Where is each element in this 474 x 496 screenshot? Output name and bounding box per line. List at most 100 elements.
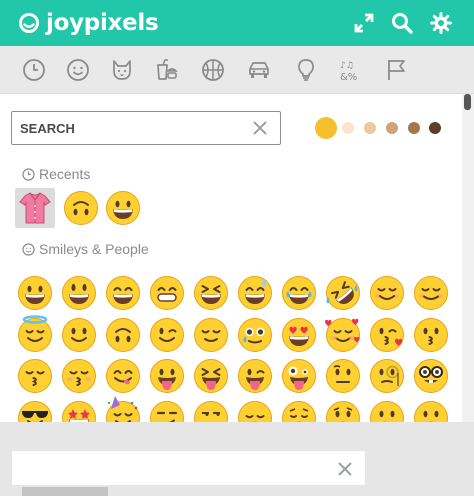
skin-tone-medium-light[interactable] <box>364 122 376 134</box>
settings-button[interactable] <box>429 11 453 35</box>
emoji-upside-down-face[interactable] <box>105 317 141 353</box>
recent-emoji-grinning-face[interactable] <box>105 190 141 226</box>
wink-face-icon <box>150 318 184 352</box>
category-tab-travel[interactable] <box>245 56 273 84</box>
expand-button[interactable] <box>352 11 376 35</box>
yum-face-icon <box>106 359 140 393</box>
kissing-smile-face-icon <box>18 359 52 393</box>
footer-clear-button[interactable] <box>337 461 353 477</box>
emoji-smile-face[interactable] <box>105 275 141 311</box>
emoji-wink-face[interactable] <box>149 317 185 353</box>
emoji-wink-tongue-face[interactable] <box>237 358 273 394</box>
emoji-sweat-smile-face[interactable] <box>237 275 273 311</box>
shirt-icon <box>19 192 51 224</box>
relieved-face-icon <box>194 318 228 352</box>
upside-down-face-icon <box>64 191 98 225</box>
clock-icon <box>23 59 45 81</box>
emoji-grin-face[interactable] <box>149 275 185 311</box>
emoji-raised-brow-face[interactable] <box>325 358 361 394</box>
slight-smile-face-icon <box>62 318 96 352</box>
skin-tone-medium-dark[interactable] <box>408 122 420 134</box>
smileys-heading: Smileys & People <box>22 240 149 258</box>
emoji-kissing-face[interactable] <box>413 317 449 353</box>
vertical-scrollbar-track[interactable] <box>462 94 474 422</box>
horizontal-scrollbar-thumb[interactable] <box>22 487 108 496</box>
squint-tongue-face-icon <box>194 359 228 393</box>
emoji-relaxed-face[interactable] <box>413 275 449 311</box>
gear-icon <box>430 12 452 34</box>
search-button[interactable] <box>390 11 414 35</box>
emoji-tongue-face[interactable] <box>149 358 185 394</box>
emoji-squint-tongue-face[interactable] <box>193 358 229 394</box>
category-tab-objects[interactable] <box>292 56 320 84</box>
emoji-crying-smile-face[interactable] <box>237 317 273 353</box>
skin-tone-dark[interactable] <box>429 122 441 134</box>
hearts-face-icon <box>325 318 360 352</box>
recent-emoji-upside-down-face[interactable] <box>63 190 99 226</box>
brand-logo: joypixels <box>18 9 159 37</box>
sweat-smile-face-icon <box>238 276 272 310</box>
category-bar: ♪♫ &% <box>0 46 474 94</box>
emoji-slight-smile-face[interactable] <box>61 317 97 353</box>
footer-input-field[interactable] <box>12 451 365 485</box>
category-tab-symbols[interactable]: ♪♫ &% <box>337 56 365 84</box>
tongue-face-icon <box>150 359 184 393</box>
clock-icon <box>22 167 35 181</box>
kiss-heart-face-icon <box>370 318 404 352</box>
emoji-nerd-face[interactable] <box>413 358 449 394</box>
smiley-face-icon <box>62 276 96 310</box>
brand-name: joypixels <box>46 10 159 36</box>
emoji-joy-face[interactable] <box>281 275 317 311</box>
recents-heading: Recents <box>22 165 90 183</box>
category-tab-food[interactable] <box>153 56 181 84</box>
emoji-smiley-face[interactable] <box>61 275 97 311</box>
monocle-face-icon <box>370 359 404 393</box>
vertical-scrollbar-thumb[interactable] <box>464 94 471 110</box>
flag-icon <box>388 60 405 80</box>
emoji-hearts-face[interactable] <box>325 317 361 353</box>
nerd-face-icon <box>414 359 448 393</box>
svg-text:♪♫: ♪♫ <box>340 61 354 71</box>
search-box <box>11 111 281 145</box>
category-tab-nature[interactable] <box>108 56 136 84</box>
emoji-zany-face[interactable] <box>281 358 317 394</box>
laughing-face-icon <box>194 276 228 310</box>
emoji-kissing-closed-eyes-face[interactable] <box>61 358 97 394</box>
search-icon <box>392 13 413 34</box>
smile-face-icon <box>106 276 140 310</box>
search-input[interactable] <box>20 118 240 138</box>
category-tab-flags[interactable] <box>382 56 410 84</box>
emoji-blush-face[interactable] <box>369 275 405 311</box>
raised-brow-face-icon <box>326 359 360 393</box>
emoji-relieved-face[interactable] <box>193 317 229 353</box>
category-tab-people[interactable] <box>64 56 92 84</box>
emoji-laughing-face[interactable] <box>193 275 229 311</box>
skin-tone-medium[interactable] <box>386 122 398 134</box>
close-icon <box>253 121 267 135</box>
bulb-icon <box>298 59 314 81</box>
search-clear-button[interactable] <box>252 120 268 136</box>
grinning-face-icon <box>18 276 52 310</box>
category-tab-activity[interactable] <box>199 56 227 84</box>
joy-face-icon <box>282 276 316 310</box>
recent-emoji-shirt[interactable] <box>17 190 53 226</box>
rofl-face-icon <box>326 276 360 310</box>
skin-tone-light[interactable] <box>342 122 354 134</box>
cat-icon <box>113 60 131 80</box>
emoji-innocent-face[interactable] <box>17 315 53 353</box>
innocent-face-icon <box>18 315 52 352</box>
emoji-yum-face[interactable] <box>105 358 141 394</box>
kissing-face-icon <box>414 318 448 352</box>
emoji-monocle-face[interactable] <box>369 358 405 394</box>
ball-icon <box>202 59 224 81</box>
wink-tongue-face-icon <box>238 359 272 393</box>
emoji-grinning-face[interactable] <box>17 275 53 311</box>
emoji-heart-eyes-face[interactable] <box>281 317 317 353</box>
emoji-kissing-smile-face[interactable] <box>17 358 53 394</box>
emoji-kiss-heart-face[interactable] <box>369 317 405 353</box>
blush-face-icon <box>370 276 404 310</box>
smiley-icon <box>22 242 35 256</box>
category-tab-recent[interactable] <box>20 56 48 84</box>
skin-tone-default[interactable] <box>315 117 337 139</box>
emoji-rofl-face[interactable] <box>325 275 361 311</box>
